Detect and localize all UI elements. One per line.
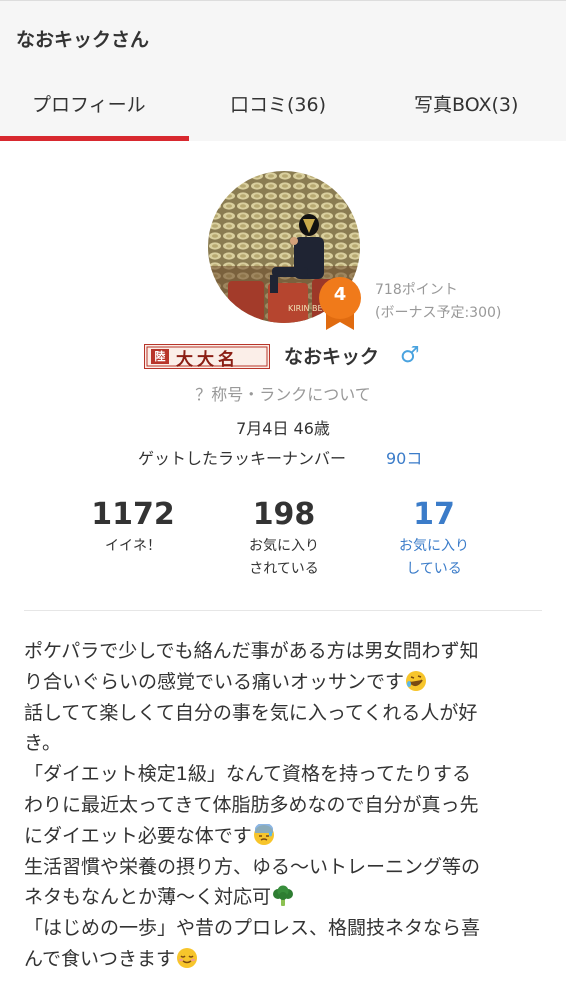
tab-profile[interactable]: プロフィール (32, 90, 146, 130)
stat-favorited: 198 お気に入り されている (209, 497, 359, 581)
bio-line: 「ダイエット検定1級」なんて資格を持ってたりする (24, 763, 471, 786)
rolling-laugh-emoji-icon (406, 670, 427, 691)
profile-bio: ポケパラで少しでも絡んだ事がある方は男女問わず知 り合いぐらいの感覚でいる痛いオ… (24, 636, 544, 975)
stat-favorited-value: 198 (252, 497, 316, 532)
section-divider (24, 610, 542, 611)
stat-favoriting-label-line1[interactable]: お気に入り (359, 535, 509, 558)
bio-line: 話してて楽しくて自分の事を気に入ってくれる人が好 (24, 701, 478, 724)
bio-line: ネタもなんとか薄〜く対応可 (24, 882, 544, 913)
stat-likes-value: 1172 (91, 497, 175, 532)
points-info: 718ポイント (ボーナス予定:300) (375, 279, 501, 325)
points-value: 718ポイント (375, 282, 458, 298)
stat-favoriting-value[interactable]: 17 (359, 497, 509, 533)
lucky-number-value[interactable]: 90コ (386, 445, 422, 469)
stat-likes-label: イイネ！ (105, 538, 161, 554)
sweat-face-emoji-icon (253, 823, 274, 845)
bonus-points: (ボーナス予定:300) (375, 305, 502, 321)
stat-favoriting[interactable]: 17 お気に入り している (359, 497, 509, 581)
gender-male-icon: ♂ (400, 343, 420, 368)
active-tab-indicator (0, 136, 189, 141)
bio-line: り合いぐらいの感覚でいる痛いオッサンです (24, 667, 544, 698)
bio-line: き。 (24, 732, 62, 755)
title-badge: 陸 大大名 (144, 344, 270, 370)
stat-favoriting-label[interactable]: お気に入り している (359, 535, 509, 581)
tab-bar: プロフィール 口コミ(36) 写真BOX(3) (0, 80, 566, 141)
username: なおキック (284, 346, 380, 368)
bio-line: ポケパラで少しでも絡んだ事がある方は男女問わず知 (24, 640, 479, 662)
bio-line: わりに最近太ってきて体脂肪多めなので自分が真っ先 (24, 793, 479, 816)
stat-favoriting-label-line2[interactable]: している (359, 558, 509, 581)
page-title: なおキックさん (16, 29, 150, 51)
title-badge-text: 大大名 (176, 350, 239, 370)
stat-likes: 1172 イイネ！ (58, 497, 208, 558)
bio-line: にダイエット必要な体です (24, 821, 544, 852)
broccoli-emoji-icon (273, 885, 294, 907)
bio-line: 「はじめの一歩」や昔のプロレス、格闘技ネタなら喜 (24, 917, 481, 940)
relieved-face-emoji-icon (177, 947, 198, 968)
rank-number: 4 (333, 284, 347, 305)
stat-favorited-label-line2: されている (249, 561, 319, 577)
stat-favorited-label-line1: お気に入り (249, 538, 319, 554)
tab-reviews[interactable]: 口コミ(36) (230, 90, 326, 130)
rank-info-link[interactable]: ？称号・ランクについて (0, 381, 566, 405)
lucky-number-label: ゲットしたラッキーナンバー (138, 449, 347, 468)
bio-line: 生活習慣や栄養の摂り方、ゆる〜いトレーニング等の (24, 855, 481, 878)
bio-line: んで食いつきます (24, 944, 544, 975)
tab-photo-box[interactable]: 写真BOX(3) (414, 90, 518, 130)
birthday-age: 7月4日 46歳 (236, 419, 330, 438)
stat-favorited-label: お気に入り されている (209, 535, 359, 581)
title-badge-emblem: 陸 (154, 350, 166, 363)
